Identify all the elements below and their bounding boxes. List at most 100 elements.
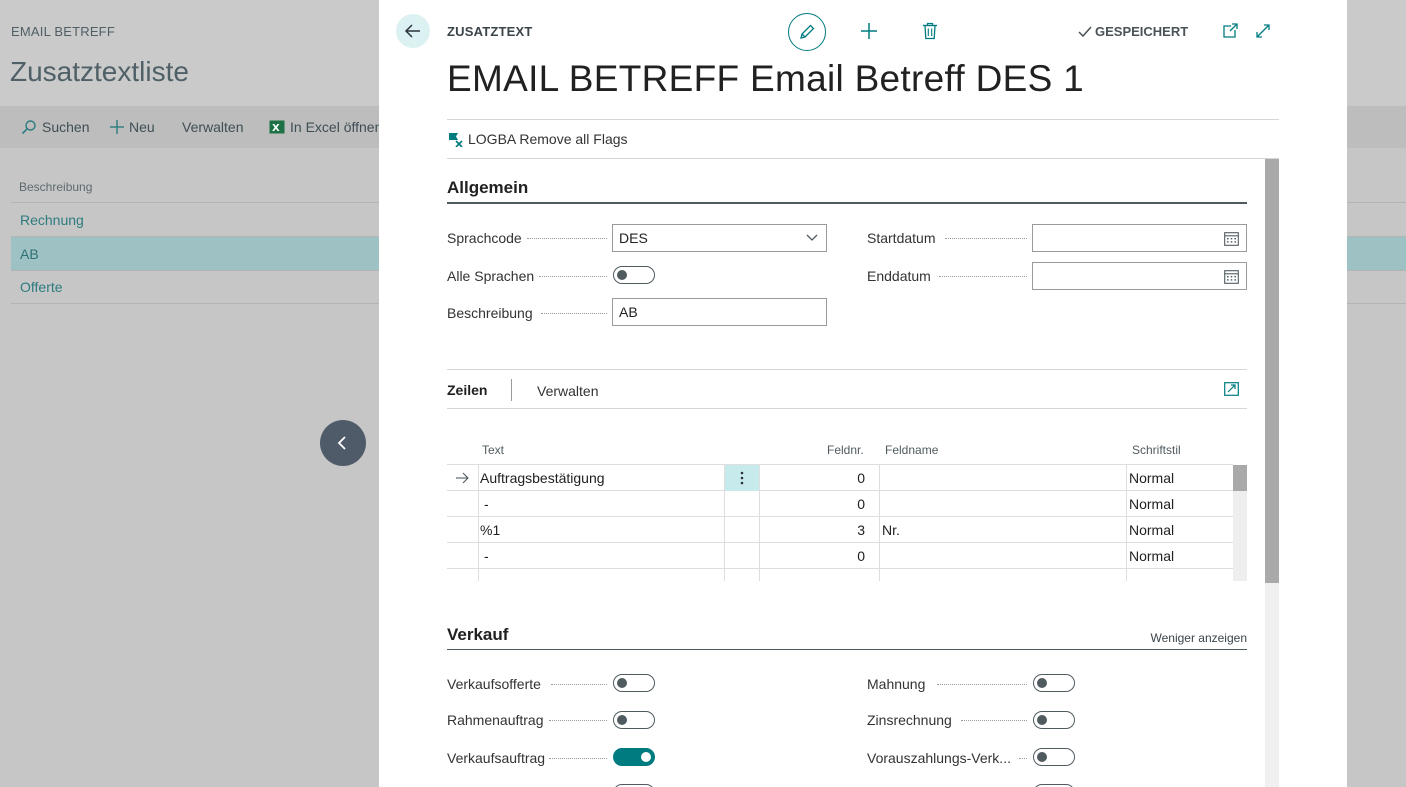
remove-flags-label: LOGBA Remove all Flags bbox=[468, 131, 628, 147]
search-icon bbox=[21, 120, 36, 135]
show-less-link[interactable]: Weniger anzeigen bbox=[1150, 631, 1247, 645]
plus-icon bbox=[110, 120, 124, 134]
leader-dots bbox=[1019, 758, 1027, 759]
leader-dots bbox=[527, 238, 607, 239]
cell-style[interactable]: Normal bbox=[1129, 465, 1174, 491]
language-code-value: DES bbox=[619, 230, 648, 246]
lines-part-header: Zeilen Verwalten bbox=[447, 369, 1247, 409]
manage-button[interactable]: Verwalten bbox=[182, 119, 243, 135]
all-languages-label: Alle Sprachen bbox=[447, 268, 535, 284]
prepayment-field: Vorauszahlungs-Verk... bbox=[867, 744, 1019, 772]
page-caption: ZUSATZTEXT bbox=[447, 24, 533, 39]
prepayment-label: Vorauszahlungs-Verk... bbox=[867, 750, 1011, 766]
open-new-window-icon bbox=[1223, 23, 1238, 38]
leader-dots bbox=[539, 276, 607, 277]
cell-style[interactable]: Normal bbox=[1129, 517, 1174, 543]
table-row[interactable]: Auftragsbestätigung 0 Normal bbox=[447, 465, 1233, 491]
grid-scrollbar-thumb[interactable] bbox=[1233, 465, 1247, 491]
delete-button[interactable] bbox=[919, 20, 941, 42]
blanket-order-toggle[interactable] bbox=[613, 711, 655, 729]
calendar-icon[interactable] bbox=[1224, 231, 1239, 246]
edit-button[interactable] bbox=[788, 13, 826, 51]
pencil-icon bbox=[800, 24, 815, 39]
title-divider bbox=[447, 119, 1279, 120]
cell-style[interactable]: Normal bbox=[1129, 491, 1174, 517]
cell-field-no[interactable]: 0 bbox=[765, 491, 865, 517]
language-code-label: Sprachcode bbox=[447, 230, 522, 246]
cell-field-no[interactable]: 0 bbox=[765, 465, 865, 491]
prepayment-toggle[interactable] bbox=[1033, 748, 1075, 766]
language-code-select[interactable]: DES bbox=[612, 224, 827, 252]
description-label: Beschreibung bbox=[447, 305, 533, 321]
all-languages-toggle[interactable] bbox=[613, 266, 655, 284]
description-input[interactable]: AB bbox=[612, 298, 827, 326]
excel-icon: X bbox=[269, 120, 285, 134]
sales-quote-toggle[interactable] bbox=[613, 674, 655, 692]
back-button[interactable] bbox=[396, 14, 430, 48]
sales-quote-label: Verkaufsofferte bbox=[447, 676, 541, 692]
start-date-input[interactable] bbox=[1032, 224, 1247, 252]
cell-field-name[interactable]: Nr. bbox=[882, 517, 900, 543]
save-status: GESPEICHERT bbox=[1078, 24, 1188, 39]
check-icon bbox=[1078, 26, 1092, 37]
finance-charge-toggle[interactable] bbox=[1033, 711, 1075, 729]
card-dialog: ZUSATZTEXT GESPEICHERT EMAIL BETREFF Ema… bbox=[379, 0, 1347, 787]
leader-dots bbox=[939, 276, 1027, 277]
end-date-label: Enddatum bbox=[867, 268, 931, 284]
tab-lines[interactable]: Zeilen bbox=[447, 382, 487, 398]
reminder-toggle[interactable] bbox=[1033, 674, 1075, 692]
lines-grid: Text Feldnr. Feldname Schriftstil Auftra… bbox=[447, 440, 1247, 581]
table-row[interactable]: - 0 Normal bbox=[447, 491, 1233, 517]
open-in-new-window-button[interactable] bbox=[1219, 20, 1241, 42]
section-general-title[interactable]: Allgemein bbox=[447, 178, 528, 198]
section-divider bbox=[447, 649, 1247, 650]
blanket-order-label: Rahmenauftrag bbox=[447, 712, 544, 728]
leader-dots bbox=[549, 758, 607, 759]
leader-dots bbox=[961, 720, 1027, 721]
section-divider bbox=[447, 202, 1247, 204]
sales-order-toggle[interactable] bbox=[613, 748, 655, 766]
scrollbar-thumb[interactable] bbox=[1265, 159, 1279, 583]
expand-button[interactable] bbox=[1252, 20, 1274, 42]
section-sales-title[interactable]: Verkauf bbox=[447, 625, 508, 645]
tab-divider bbox=[511, 379, 512, 401]
open-lines-fullpage-button[interactable] bbox=[1224, 382, 1239, 401]
new-button[interactable]: Neu bbox=[110, 119, 155, 135]
tab-manage[interactable]: Verwalten bbox=[537, 383, 598, 399]
start-date-label: Startdatum bbox=[867, 230, 936, 246]
cell-field-no[interactable]: 3 bbox=[765, 517, 865, 543]
grid-line bbox=[724, 465, 725, 581]
new-record-button[interactable] bbox=[858, 20, 880, 42]
leader-dots bbox=[945, 238, 1027, 239]
sales-order-label: Verkaufsauftrag bbox=[447, 750, 546, 766]
page-title: EMAIL BETREFF Email Betreff DES 1 bbox=[447, 58, 1085, 99]
open-in-excel-button[interactable]: X In Excel öffnen bbox=[269, 119, 382, 135]
end-date-input[interactable] bbox=[1032, 262, 1247, 290]
leader-dots bbox=[937, 684, 1027, 685]
table-row-partial[interactable] bbox=[447, 569, 1233, 581]
more-vertical-icon bbox=[740, 471, 743, 485]
expand-icon bbox=[1256, 24, 1270, 38]
cell-text[interactable]: - bbox=[484, 543, 489, 569]
calendar-icon[interactable] bbox=[1224, 269, 1239, 284]
cell-text[interactable]: - bbox=[484, 491, 489, 517]
list-context: EMAIL BETREFF bbox=[11, 24, 115, 39]
open-fullpage-icon bbox=[1224, 382, 1239, 396]
leader-dots bbox=[551, 684, 607, 685]
save-status-label: GESPEICHERT bbox=[1095, 24, 1189, 39]
previous-record-button[interactable] bbox=[320, 420, 366, 466]
table-row[interactable]: - 0 Normal bbox=[447, 543, 1233, 569]
search-button[interactable]: Suchen bbox=[21, 119, 89, 135]
excel-label: In Excel öffnen bbox=[290, 119, 383, 135]
new-label: Neu bbox=[129, 119, 155, 135]
row-actions-button[interactable] bbox=[724, 465, 759, 491]
cell-style[interactable]: Normal bbox=[1129, 543, 1174, 569]
svg-text:X: X bbox=[272, 123, 280, 134]
cell-text[interactable]: %1 bbox=[480, 517, 500, 543]
cell-field-no[interactable]: 0 bbox=[765, 543, 865, 569]
table-row[interactable]: %1 3 Nr. Normal bbox=[447, 517, 1233, 543]
remove-flags-action[interactable]: LOGBA Remove all Flags bbox=[447, 131, 628, 147]
cell-text[interactable]: Auftragsbestätigung bbox=[480, 465, 605, 491]
column-header-description: Beschreibung bbox=[19, 180, 93, 194]
search-label: Suchen bbox=[42, 119, 90, 135]
